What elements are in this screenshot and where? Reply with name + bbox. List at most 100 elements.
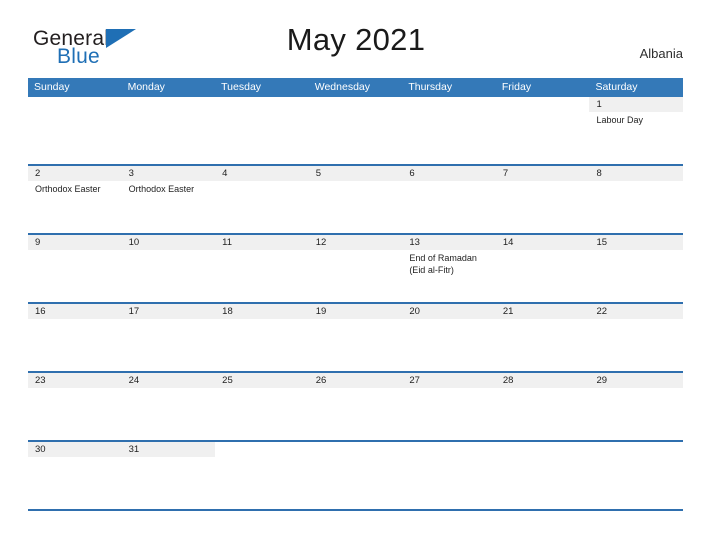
day-cell-30[interactable]: 30 (28, 442, 122, 509)
day-events: Orthodox Easter (28, 181, 122, 196)
weekday-header-monday: Monday (127, 81, 165, 93)
weekday-header-tuesday: Tuesday (221, 81, 262, 93)
day-number: 22 (589, 304, 684, 319)
weekday-header-wednesday: Wednesday (314, 81, 370, 93)
day-cell-19[interactable]: 19 (308, 304, 403, 371)
day-number (309, 97, 403, 112)
day-cell-14[interactable]: 14 (495, 235, 590, 302)
day-number: 7 (495, 166, 590, 181)
event-label: End of Ramadan (409, 253, 477, 263)
day-cell-8[interactable]: 8 (589, 166, 684, 233)
event-label: Orthodox Easter (128, 184, 195, 194)
day-cell-empty (496, 442, 590, 509)
day-number: 30 (28, 442, 122, 457)
day-number: 25 (215, 373, 309, 388)
event-label: Orthodox Easter (35, 184, 101, 194)
event-label: (Eid al-Fitr) (409, 264, 454, 275)
day-cell-empty (215, 442, 309, 509)
day-cell-29[interactable]: 29 (589, 373, 684, 440)
calendar-grid: Sunday Monday Tuesday Wednesday Thursday Frid… (28, 78, 684, 511)
day-number: 27 (402, 373, 496, 388)
day-number: 23 (28, 373, 122, 388)
day-number: 26 (308, 373, 403, 388)
calendar-week-row: 2 Orthodox Easter 3 Orthodox Easter 4 5 6 7 8 (28, 164, 684, 233)
calendar-week-row: 30 31 (28, 440, 683, 509)
day-cell-2[interactable]: 2 Orthodox Easter (28, 166, 122, 233)
day-cell-empty (309, 442, 403, 509)
day-number: 19 (308, 304, 403, 319)
day-number: 17 (121, 304, 216, 319)
day-cell-empty (309, 97, 403, 164)
day-number: 31 (121, 442, 216, 457)
day-cell-6[interactable]: 6 (402, 166, 496, 233)
day-cell-20[interactable]: 20 (402, 304, 496, 371)
day-number (28, 97, 122, 112)
day-cell-15[interactable]: 15 (589, 235, 684, 302)
day-number (215, 97, 309, 112)
day-number: 5 (308, 166, 403, 181)
day-cell-22[interactable]: 22 (589, 304, 684, 371)
day-cell-11[interactable]: 11 (215, 235, 309, 302)
day-cell-28[interactable]: 28 (495, 373, 590, 440)
day-number: 9 (28, 235, 122, 250)
day-cell-13[interactable]: 13 End of Ramadan (Eid al-Fitr) (402, 235, 496, 302)
day-cell-empty (122, 97, 216, 164)
day-cell-16[interactable]: 16 (28, 304, 122, 371)
day-cell-31[interactable]: 31 (121, 442, 216, 509)
day-cell-21[interactable]: 21 (495, 304, 590, 371)
day-number: 21 (495, 304, 590, 319)
day-number: 24 (121, 373, 216, 388)
day-cell-empty (402, 97, 496, 164)
day-cell-4[interactable]: 4 (215, 166, 309, 233)
day-number: 1 (589, 97, 684, 112)
day-cell-23[interactable]: 23 (28, 373, 122, 440)
day-number: 8 (589, 166, 684, 181)
day-cell-3[interactable]: 3 Orthodox Easter (121, 166, 216, 233)
day-cell-empty (402, 442, 496, 509)
day-cell-empty (589, 442, 683, 509)
day-number: 14 (495, 235, 590, 250)
day-number (122, 97, 216, 112)
weekday-header-friday: Friday (501, 81, 532, 93)
day-cell-empty (496, 97, 590, 164)
day-cell-12[interactable]: 12 (308, 235, 403, 302)
day-cell-empty (215, 97, 309, 164)
day-number: 10 (121, 235, 216, 250)
day-number: 3 (121, 166, 216, 181)
day-number: 16 (28, 304, 122, 319)
day-number (496, 97, 590, 112)
day-cell-25[interactable]: 25 (215, 373, 309, 440)
calendar-week-row: 16 17 18 19 20 21 22 (28, 302, 684, 371)
day-cell-18[interactable]: 18 (215, 304, 309, 371)
calendar-week-row: 1 Labour Day (28, 97, 684, 164)
day-cell-7[interactable]: 7 (495, 166, 590, 233)
day-number: 6 (402, 166, 496, 181)
day-number: 4 (215, 166, 309, 181)
day-cell-17[interactable]: 17 (121, 304, 216, 371)
calendar-week-row: 9 10 11 12 13 End of Ramadan (Eid al-Fitr) 14 15 (28, 233, 684, 302)
day-number: 28 (495, 373, 590, 388)
day-number (496, 442, 590, 457)
day-number (215, 442, 309, 457)
day-cell-27[interactable]: 27 (402, 373, 496, 440)
page-header: General Blue May 2021 Albania (0, 0, 712, 67)
day-events: Orthodox Easter (122, 181, 216, 196)
day-cell-1[interactable]: 1 Labour Day (589, 97, 684, 164)
day-number: 12 (308, 235, 403, 250)
calendar-week-row: 23 24 25 26 27 28 29 (28, 371, 684, 440)
day-cell-5[interactable]: 5 (308, 166, 403, 233)
day-cell-10[interactable]: 10 (121, 235, 216, 302)
day-number (402, 442, 496, 457)
calendar-bottom-border (28, 509, 683, 511)
day-events: Labour Day (589, 112, 683, 127)
weekday-header-thursday: Thursday (408, 81, 453, 93)
page-title: May 2021 (286, 22, 426, 57)
region-label: Albania (639, 46, 683, 61)
calendar-weeks: 1 Labour Day 2 Orthodox Easter 3 Orthodox Eas… (28, 97, 684, 509)
day-cell-26[interactable]: 26 (308, 373, 403, 440)
day-cell-9[interactable]: 9 (28, 235, 122, 302)
day-cell-24[interactable]: 24 (121, 373, 216, 440)
day-number: 11 (215, 235, 309, 250)
day-events: End of Ramadan (Eid al-Fitr) (402, 250, 496, 276)
weekday-header-row: Sunday Monday Tuesday Wednesday Thursday Frid… (28, 78, 683, 97)
